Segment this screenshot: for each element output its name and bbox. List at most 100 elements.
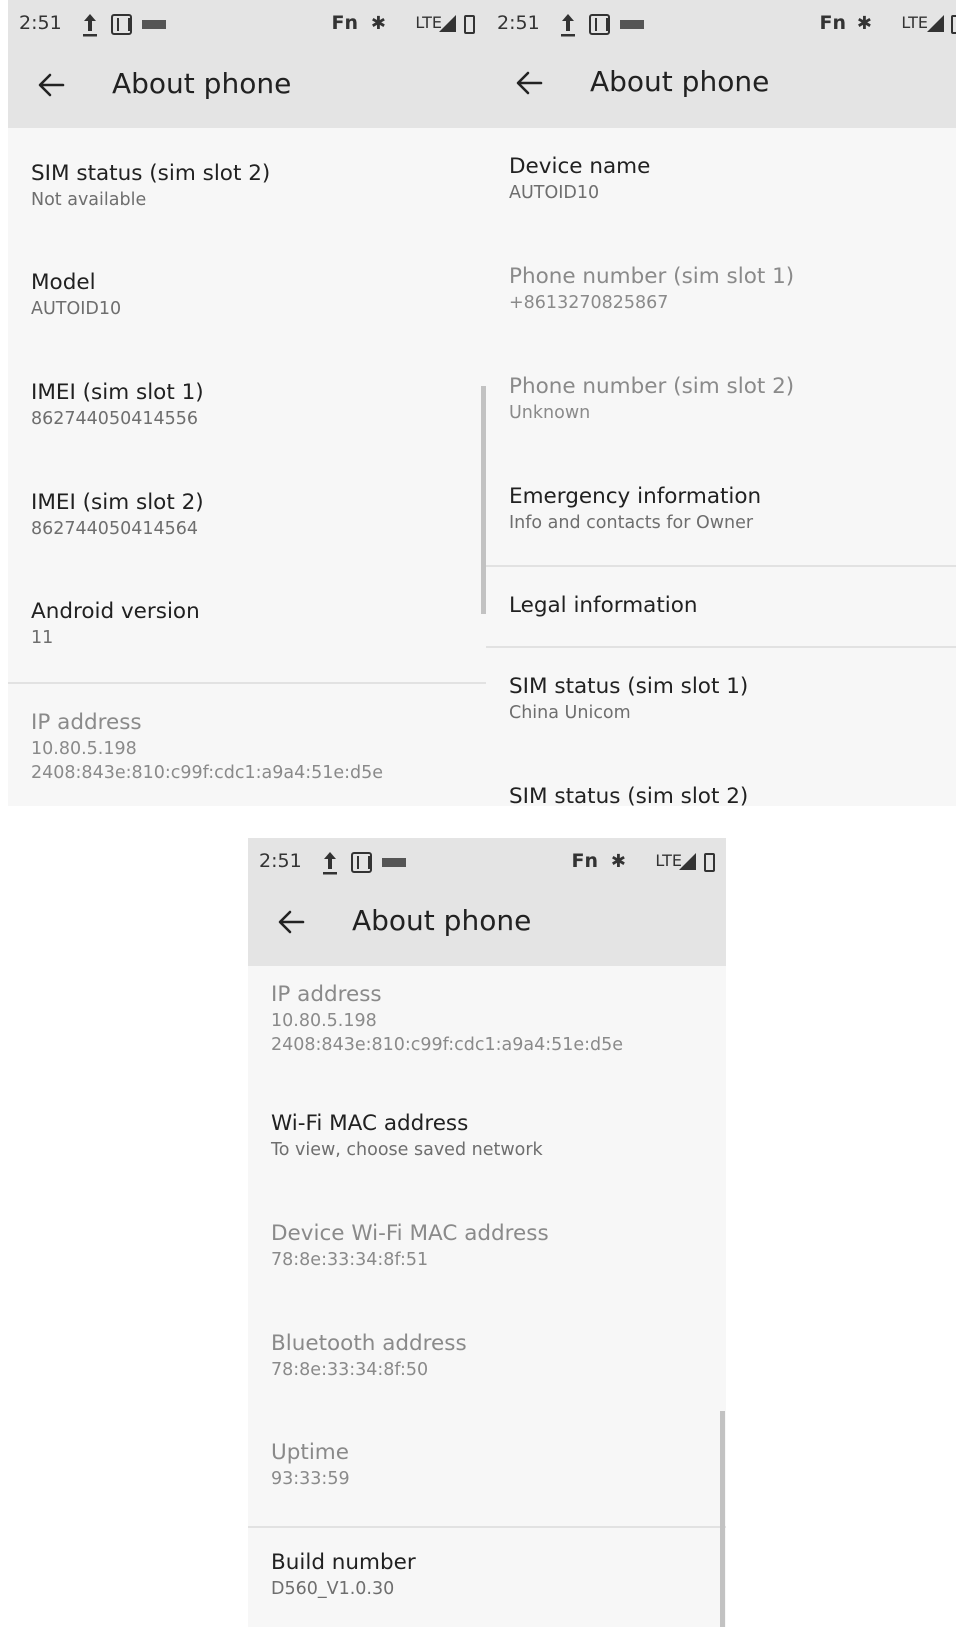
upload-icon	[561, 14, 575, 37]
ip-address-item: IP address 10.80.5.198 2408:843e:810:c99…	[31, 709, 470, 785]
item-summary: D560_V1.0.30	[271, 1579, 395, 1599]
page-title: About phone	[590, 65, 770, 98]
sim-status-slot-1-item[interactable]: SIM status (sim slot 1) China Unicom	[509, 673, 940, 725]
sim-status-slot-2-item[interactable]: SIM status (sim slot 2) Not available	[31, 160, 470, 212]
screenshot-panel-2: 2:51 Fn ✱ LTE About phone Device name AU…	[486, 0, 956, 806]
status-time: 2:51	[259, 850, 302, 872]
item-title: IMEI (sim slot 2)	[31, 490, 204, 515]
back-arrow-icon[interactable]	[36, 70, 66, 100]
uptime-item: Uptime 93:33:59	[271, 1439, 710, 1491]
item-summary-line-2: 2408:843e:810:c99f:cdc1:a9a4:51e:d5e	[31, 763, 384, 783]
status-bar: 2:51 Fn ✱ LTE	[8, 12, 486, 38]
page-title: About phone	[352, 904, 532, 937]
item-title: SIM status (sim slot 2)	[509, 784, 749, 806]
imei-slot-1-item[interactable]: IMEI (sim slot 1) 862744050414556	[31, 379, 470, 431]
bluetooth-icon: ✱	[610, 851, 626, 872]
signal-icon	[679, 853, 696, 870]
app-header: 2:51 Fn ✱ LTE About phone	[486, 0, 956, 128]
volte-icon	[142, 20, 166, 29]
signal-icon	[927, 15, 944, 32]
sim-card-icon	[589, 14, 610, 35]
item-title: Model	[31, 270, 96, 295]
sim-card-icon	[111, 14, 132, 35]
device-name-item[interactable]: Device name AUTOID10	[509, 153, 940, 205]
device-wifi-mac-address-item: Device Wi-Fi MAC address 78:8e:33:34:8f:…	[271, 1220, 710, 1272]
lte-indicator: LTE	[901, 13, 928, 32]
item-title: SIM status (sim slot 2)	[31, 161, 271, 186]
status-bar: 2:51 Fn ✱ LTE	[248, 850, 726, 876]
item-title: Uptime	[271, 1440, 349, 1465]
screenshot-panel-3: 2:51 Fn ✱ LTE About phone IP address 10.…	[248, 838, 726, 1627]
sim-card-icon	[351, 852, 372, 873]
bluetooth-icon: ✱	[370, 13, 386, 34]
page-title: About phone	[112, 67, 292, 100]
app-header: 2:51 Fn ✱ LTE About phone	[248, 838, 726, 966]
imei-slot-2-item[interactable]: IMEI (sim slot 2) 862744050414564	[31, 489, 470, 541]
lte-indicator: LTE	[655, 851, 682, 870]
item-title: IP address	[271, 982, 382, 1007]
back-arrow-icon[interactable]	[514, 68, 544, 98]
item-summary: 10.80.5.198	[31, 739, 137, 759]
emergency-information-item[interactable]: Emergency information Info and contacts …	[509, 483, 940, 535]
item-summary: 78:8e:33:34:8f:50	[271, 1360, 429, 1380]
upload-icon	[323, 852, 337, 875]
item-summary: Unknown	[509, 403, 591, 423]
divider	[486, 646, 956, 648]
item-title: SIM status (sim slot 1)	[509, 674, 749, 699]
volte-icon	[382, 858, 406, 867]
battery-charging-icon	[704, 853, 715, 872]
fn-indicator: Fn	[819, 12, 846, 34]
status-bar: 2:51 Fn ✱ LTE	[486, 12, 956, 38]
item-summary: 862744050414556	[31, 409, 199, 429]
item-summary: AUTOID10	[509, 183, 600, 203]
ip-address-item: IP address 10.80.5.198 2408:843e:810:c99…	[271, 981, 710, 1057]
bluetooth-icon: ✱	[856, 13, 872, 34]
screenshot-panel-1: 2:51 Fn ✱ LTE About phone SIM status (si…	[8, 0, 486, 806]
phone-number-slot-1-item: Phone number (sim slot 1) +8613270825867	[509, 263, 940, 315]
item-title: Legal information	[509, 593, 698, 618]
divider	[248, 1526, 726, 1528]
bluetooth-address-item: Bluetooth address 78:8e:33:34:8f:50	[271, 1330, 710, 1382]
status-time: 2:51	[19, 12, 62, 34]
battery-charging-icon	[464, 15, 475, 34]
item-summary: To view, choose saved network	[271, 1140, 543, 1160]
item-title: Phone number (sim slot 1)	[509, 264, 795, 289]
divider	[486, 565, 956, 567]
item-summary: Not available	[31, 190, 147, 210]
item-title: IMEI (sim slot 1)	[31, 380, 204, 405]
item-title: Phone number (sim slot 2)	[509, 374, 795, 399]
fn-indicator: Fn	[331, 12, 358, 34]
item-summary-line-2: 2408:843e:810:c99f:cdc1:a9a4:51e:d5e	[271, 1035, 624, 1055]
app-header: 2:51 Fn ✱ LTE About phone	[8, 0, 486, 128]
item-summary: 93:33:59	[271, 1469, 350, 1489]
status-time: 2:51	[497, 12, 540, 34]
back-arrow-icon[interactable]	[276, 907, 306, 937]
item-summary: Info and contacts for Owner	[509, 513, 754, 533]
item-title: Android version	[31, 599, 200, 624]
legal-information-item[interactable]: Legal information	[509, 592, 940, 620]
item-title: Build number	[271, 1550, 416, 1575]
android-version-item[interactable]: Android version 11	[31, 598, 470, 650]
item-title: Device Wi-Fi MAC address	[271, 1221, 549, 1246]
divider	[8, 682, 486, 684]
item-summary: 862744050414564	[31, 519, 199, 539]
signal-icon	[439, 15, 456, 32]
item-title: Device name	[509, 154, 651, 179]
item-title: Emergency information	[509, 484, 762, 509]
item-summary: +8613270825867	[509, 293, 669, 313]
item-summary: AUTOID10	[31, 299, 122, 319]
item-title: Wi-Fi MAC address	[271, 1111, 469, 1136]
build-number-item[interactable]: Build number D560_V1.0.30	[271, 1549, 710, 1601]
item-summary: 10.80.5.198	[271, 1011, 377, 1031]
sim-status-slot-2-item[interactable]: SIM status (sim slot 2)	[509, 783, 940, 806]
model-item[interactable]: Model AUTOID10	[31, 269, 470, 321]
item-summary: China Unicom	[509, 703, 631, 723]
phone-number-slot-2-item: Phone number (sim slot 2) Unknown	[509, 373, 940, 425]
volte-icon	[620, 20, 644, 29]
battery-charging-icon	[951, 15, 956, 34]
wifi-mac-address-item[interactable]: Wi-Fi MAC address To view, choose saved …	[271, 1110, 710, 1162]
upload-icon	[83, 14, 97, 37]
item-summary: 11	[31, 628, 54, 648]
scrollbar[interactable]	[720, 1411, 725, 1627]
lte-indicator: LTE	[415, 13, 442, 32]
